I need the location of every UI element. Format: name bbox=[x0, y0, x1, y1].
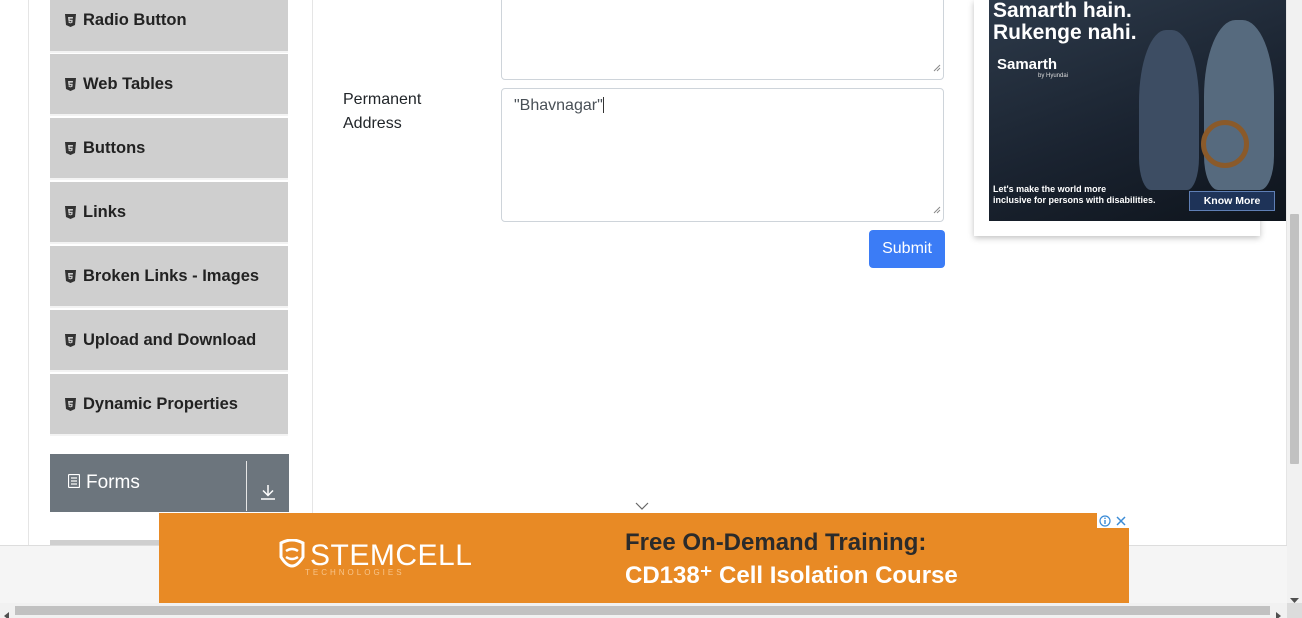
html5-icon bbox=[65, 77, 76, 91]
sidebar-item-label: Links bbox=[83, 202, 127, 221]
content-divider bbox=[312, 0, 313, 545]
sidebar-item-radio-button[interactable]: Radio Button bbox=[50, 0, 288, 53]
sidebar-group-label: Forms bbox=[86, 472, 140, 493]
ad-know-more-button[interactable]: Know More bbox=[1189, 191, 1275, 211]
close-icon[interactable] bbox=[1113, 513, 1129, 528]
scroll-right-arrow-icon[interactable] bbox=[1276, 607, 1282, 618]
vertical-scrollbar[interactable] bbox=[1287, 0, 1302, 603]
sidebar-group-forms[interactable]: Forms bbox=[50, 454, 289, 512]
download-arrow-icon[interactable] bbox=[260, 484, 276, 505]
ad-headline: Samarth hain. Rukenge nahi. bbox=[993, 0, 1137, 44]
ad-headline: Free On-Demand Training: bbox=[625, 529, 927, 556]
text-cursor bbox=[602, 97, 604, 113]
sidebar-item-label: Broken Links - Images bbox=[83, 266, 260, 285]
permanent-address-value: "Bhavnagar" bbox=[514, 97, 603, 114]
page: Radio Button Web Tables Buttons Links Br… bbox=[0, 0, 1302, 618]
ad-brand-sub: by Hyundai bbox=[1038, 73, 1069, 79]
scrollbar-corner bbox=[1287, 603, 1302, 618]
html5-icon bbox=[65, 269, 76, 283]
sidebar-item-label: Dynamic Properties bbox=[83, 394, 238, 413]
ad-person-left bbox=[1139, 30, 1199, 190]
sidebar-item-buttons[interactable]: Buttons bbox=[50, 118, 288, 180]
sidebar-item-label: Upload and Download bbox=[83, 330, 257, 349]
ad-info-icon[interactable] bbox=[1097, 513, 1113, 528]
current-address-field[interactable] bbox=[501, 0, 944, 80]
html5-icon bbox=[65, 205, 76, 219]
sidebar-item-label: Radio Button bbox=[83, 11, 187, 29]
ad-wheelchair bbox=[1201, 120, 1249, 168]
resize-grip-icon[interactable] bbox=[933, 59, 941, 77]
vertical-scrollbar-thumb[interactable] bbox=[1290, 214, 1299, 464]
ad-image[interactable]: Samarth hain. Rukenge nahi. Samarth by H… bbox=[989, 0, 1287, 221]
sidebar-item-dynamic-properties[interactable]: Dynamic Properties bbox=[50, 374, 288, 436]
horizontal-scrollbar-thumb[interactable] bbox=[15, 606, 1270, 615]
permanent-address-label: Permanent Address bbox=[343, 91, 422, 132]
divider bbox=[246, 461, 247, 511]
resize-grip-icon[interactable] bbox=[933, 201, 941, 219]
side-advertisement[interactable]: Samarth hain. Rukenge nahi. Samarth by H… bbox=[974, 0, 1287, 236]
html5-icon bbox=[65, 397, 76, 411]
ad-subheadline: CD138⁺ Cell Isolation Course bbox=[625, 562, 958, 589]
left-border bbox=[28, 0, 29, 545]
stemcell-tagline: TECHNOLOGIES bbox=[305, 568, 405, 577]
permanent-address-field[interactable]: "Bhavnagar" bbox=[501, 88, 944, 222]
stemcell-emblem-icon bbox=[279, 539, 305, 568]
html5-icon bbox=[65, 14, 76, 27]
scroll-left-arrow-icon[interactable] bbox=[4, 607, 10, 618]
sidebar-item-web-tables[interactable]: Web Tables bbox=[50, 54, 288, 116]
sidebar-item-upload-and-download[interactable]: Upload and Download bbox=[50, 310, 288, 372]
sidebar-item-links[interactable]: Links bbox=[50, 182, 288, 244]
document-icon bbox=[67, 473, 81, 493]
sidebar-item-broken-links-images[interactable]: Broken Links - Images bbox=[50, 246, 288, 308]
bottom-advertisement[interactable]: STEMCELL TECHNOLOGIES Free On-Demand Tra… bbox=[159, 513, 1129, 603]
html5-icon bbox=[65, 141, 76, 155]
html5-icon bbox=[65, 333, 76, 347]
ad-brand: Samarth bbox=[997, 56, 1058, 73]
ad-footer-text: Let's make the world more inclusive for … bbox=[993, 184, 1156, 205]
sidebar-item-label: Buttons bbox=[83, 138, 146, 157]
submit-button[interactable]: Submit bbox=[869, 230, 945, 268]
horizontal-scrollbar[interactable] bbox=[0, 603, 1287, 618]
sidebar-item-label: Web Tables bbox=[83, 74, 174, 93]
